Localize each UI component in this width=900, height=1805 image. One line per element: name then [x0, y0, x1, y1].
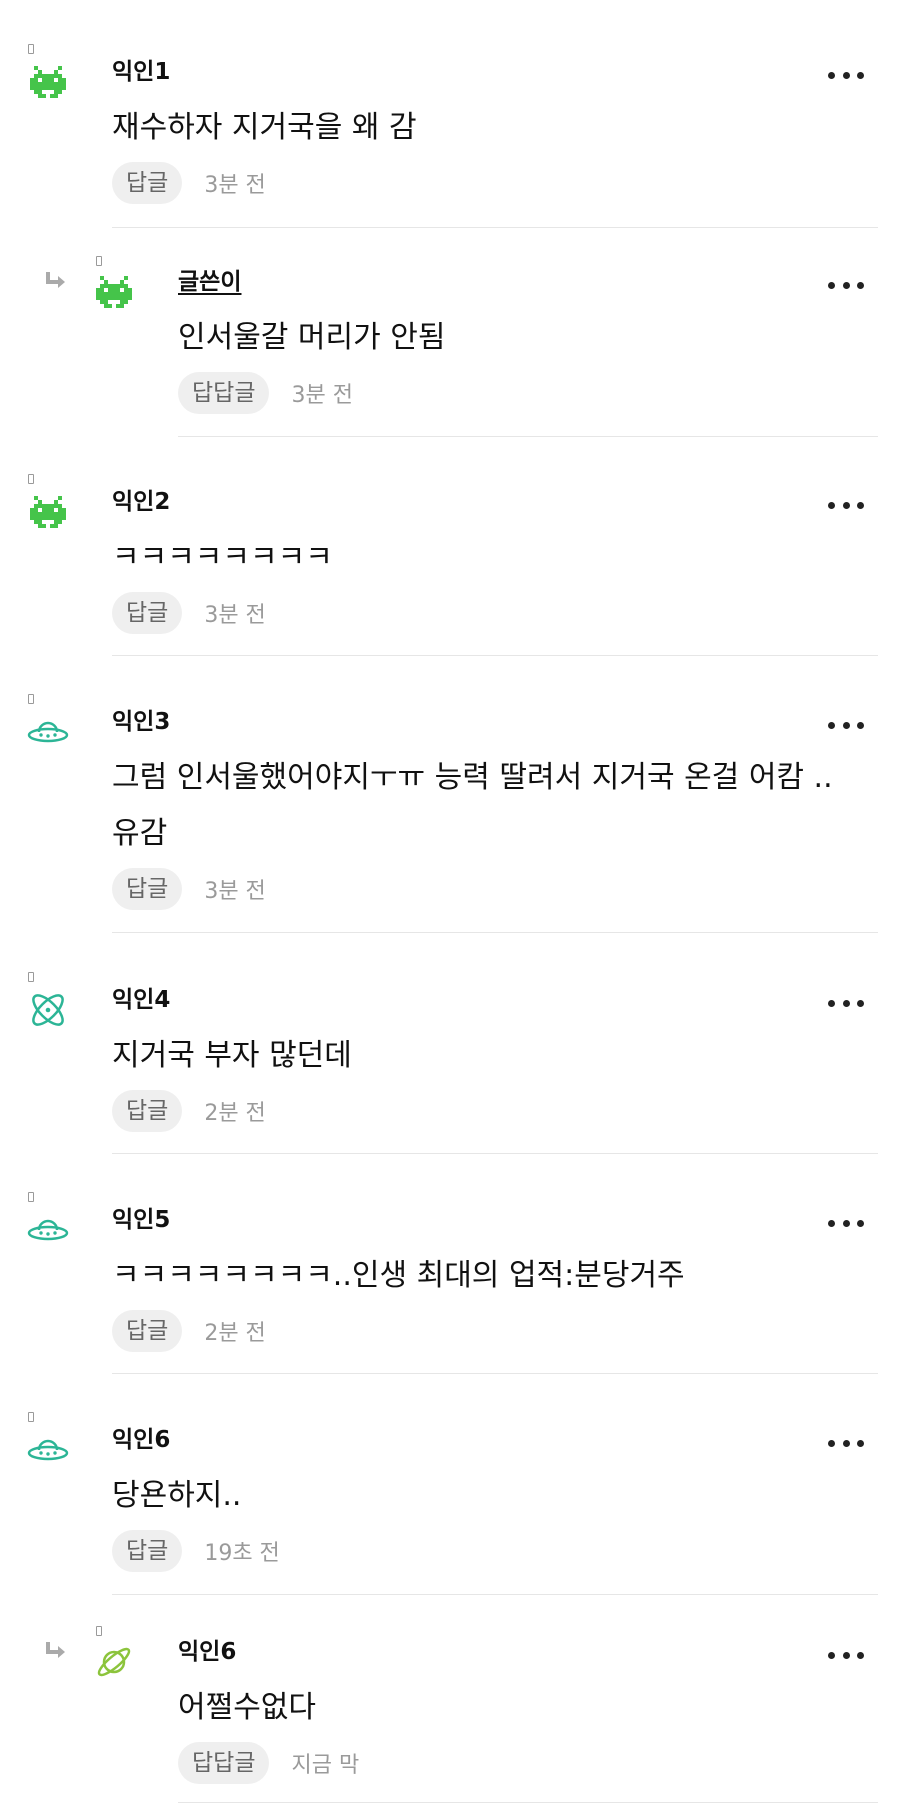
comment-author[interactable]: 글쓴이: [178, 262, 241, 296]
comment-author[interactable]: 익인3: [112, 702, 170, 736]
comment-text: ㅋㅋㅋㅋㅋㅋㅋㅋ..인생 최대의 업적:분당거주: [112, 1258, 685, 1293]
timestamp: 3분 전: [291, 383, 353, 408]
comment-text: 당욘하지..: [112, 1478, 242, 1513]
more-options-icon[interactable]: [828, 1646, 864, 1664]
marker-icon: [28, 44, 34, 54]
more-options-icon[interactable]: [828, 66, 864, 84]
ufo-icon: [26, 1208, 70, 1252]
marker-icon: [28, 1412, 34, 1422]
reply-button[interactable]: 답글: [112, 1310, 183, 1352]
marker-icon: [28, 694, 34, 704]
comment-item: 익인4 지거국 부자 많던데 답글 2분 전: [0, 958, 900, 1178]
space-invader-icon: [92, 270, 136, 314]
timestamp: 3분 전: [204, 879, 266, 904]
space-invader-icon: [26, 60, 70, 104]
comment-text: 어쩔수없다: [178, 1690, 316, 1725]
more-options-icon[interactable]: [828, 1434, 864, 1452]
reply-button[interactable]: 답글: [112, 1530, 183, 1572]
comment-author[interactable]: 익인6: [112, 1420, 170, 1454]
comment-item: 익인1 재수하자 지거국을 왜 감 답글 3분 전: [0, 30, 900, 250]
ufo-icon: [26, 1428, 70, 1472]
ufo-icon: [26, 710, 70, 754]
comment-text: ㅋㅋㅋㅋㅋㅋㅋㅋ: [112, 540, 333, 575]
reply-arrow-icon: [46, 272, 65, 288]
divider: [178, 436, 878, 437]
timestamp: 2분 전: [204, 1321, 266, 1346]
reply-button[interactable]: 답글: [112, 1090, 183, 1132]
comment-item: 익인2 ㅋㅋㅋㅋㅋㅋㅋㅋ 답글 3분 전: [0, 460, 900, 680]
marker-icon: [96, 256, 102, 266]
comment-text: 지거국 부자 많던데: [112, 1038, 352, 1073]
reply-comment-item: 익인6 어쩔수없다 답답글 지금 막: [0, 1610, 900, 1805]
marker-icon: [96, 1626, 102, 1636]
timestamp: 19초 전: [204, 1541, 280, 1566]
comment-text: 재수하자 지거국을 왜 감: [112, 110, 417, 145]
more-options-icon[interactable]: [828, 276, 864, 294]
comment-item: 익인3 그럼 인서울했어야지ㅜㅠ 능력 딸려서 지거국 온걸 어캄 ..유감 답…: [0, 680, 900, 950]
reply-button[interactable]: 답글: [112, 162, 183, 204]
timestamp: 3분 전: [204, 603, 266, 628]
reply-button[interactable]: 답글: [112, 868, 183, 910]
reply-arrow-icon: [46, 1642, 65, 1658]
more-options-icon[interactable]: [828, 994, 864, 1012]
more-options-icon[interactable]: [828, 496, 864, 514]
comment-author[interactable]: 익인1: [112, 52, 170, 86]
more-options-icon[interactable]: [828, 1214, 864, 1232]
timestamp: 지금 막: [291, 1753, 360, 1778]
comment-author[interactable]: 익인4: [112, 980, 170, 1014]
divider: [112, 1594, 878, 1595]
comment-author[interactable]: 익인5: [112, 1200, 170, 1234]
marker-icon: [28, 474, 34, 484]
comment-text: 그럼 인서울했어야지ㅜㅠ 능력 딸려서 지거국 온걸 어캄 ..유감: [112, 760, 833, 851]
divider: [112, 655, 878, 656]
reply-button[interactable]: 답답글: [178, 372, 270, 414]
more-options-icon[interactable]: [828, 716, 864, 734]
comment-item: 익인5 ㅋㅋㅋㅋㅋㅋㅋㅋ..인생 최대의 업적:분당거주 답글 2분 전: [0, 1178, 900, 1398]
reply-comment-item: 글쓴이 인서울갈 머리가 안됨 답답글 3분 전: [0, 240, 900, 460]
timestamp: 2분 전: [204, 1101, 266, 1126]
divider: [112, 932, 878, 933]
comment-author[interactable]: 익인2: [112, 482, 170, 516]
divider: [112, 1153, 878, 1154]
space-invader-icon: [26, 490, 70, 534]
comment-item: 익인6 당욘하지.. 답글 19초 전: [0, 1398, 900, 1618]
divider: [112, 1373, 878, 1374]
divider: [112, 227, 878, 228]
planet-icon: [92, 1640, 136, 1684]
marker-icon: [28, 972, 34, 982]
divider: [178, 1802, 878, 1803]
comment-author[interactable]: 익인6: [178, 1632, 236, 1666]
reply-button[interactable]: 답답글: [178, 1742, 270, 1784]
reply-button[interactable]: 답글: [112, 592, 183, 634]
atom-icon: [26, 988, 70, 1032]
timestamp: 3분 전: [204, 173, 266, 198]
marker-icon: [28, 1192, 34, 1202]
comment-text: 인서울갈 머리가 안됨: [178, 320, 446, 355]
